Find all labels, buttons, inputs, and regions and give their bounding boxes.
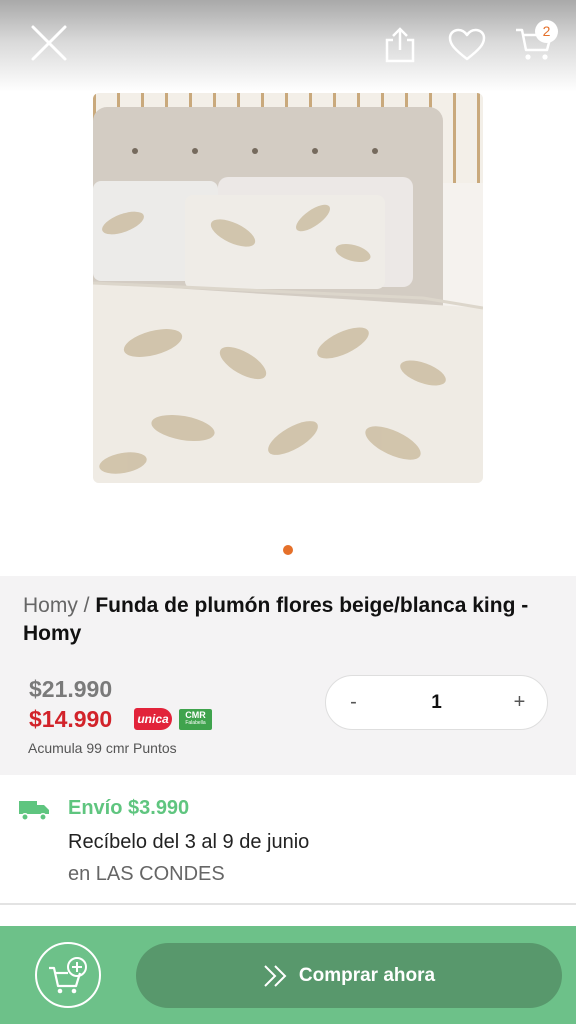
old-price: $21.990	[29, 676, 113, 702]
shipping-cost: Envío $3.990	[68, 797, 190, 819]
product-image[interactable]	[93, 93, 483, 483]
close-button[interactable]	[30, 24, 68, 62]
close-icon	[31, 25, 67, 61]
cmr-points: Acumula 99 cmr Puntos	[28, 740, 177, 756]
add-to-cart-icon	[49, 957, 87, 994]
double-chevron-right-icon	[264, 964, 287, 987]
add-to-cart-button[interactable]	[35, 942, 101, 1008]
delivery-dates: Recíbelo del 3 al 9 de junio	[68, 831, 310, 853]
gallery-page-indicator[interactable]	[283, 545, 293, 555]
product-title: Homy / Funda de plumón flores beige/blan…	[23, 592, 553, 648]
share-icon	[385, 27, 415, 63]
truck-icon	[18, 798, 50, 822]
buy-now-label: Comprar ahora	[298, 964, 436, 986]
quantity-value: 1	[431, 692, 442, 713]
heart-icon	[448, 28, 486, 61]
cart-count-badge: 2	[535, 20, 558, 43]
cmr-badge-label: CMR	[185, 710, 206, 720]
delivery-location[interactable]: en LAS CONDES	[68, 863, 225, 886]
top-bar	[0, 0, 576, 92]
favorite-button[interactable]	[448, 28, 486, 62]
share-button[interactable]	[383, 26, 417, 64]
quantity-decrease-button[interactable]: -	[326, 676, 381, 731]
brand-link[interactable]: Homy /	[23, 594, 90, 617]
unica-badge: unica	[134, 708, 172, 730]
cmr-badge: CMR Falabella	[179, 709, 212, 730]
quantity-increase-button[interactable]: +	[492, 676, 547, 731]
sale-price: $14.990	[29, 706, 113, 732]
buy-now-button[interactable]: Comprar ahora	[136, 943, 562, 1008]
product-name: Funda de plumón flores beige/blanca king…	[23, 594, 529, 645]
divider	[0, 903, 576, 905]
quantity-stepper: - 1 +	[325, 675, 548, 730]
cmr-badge-sublabel: Falabella	[185, 720, 206, 726]
